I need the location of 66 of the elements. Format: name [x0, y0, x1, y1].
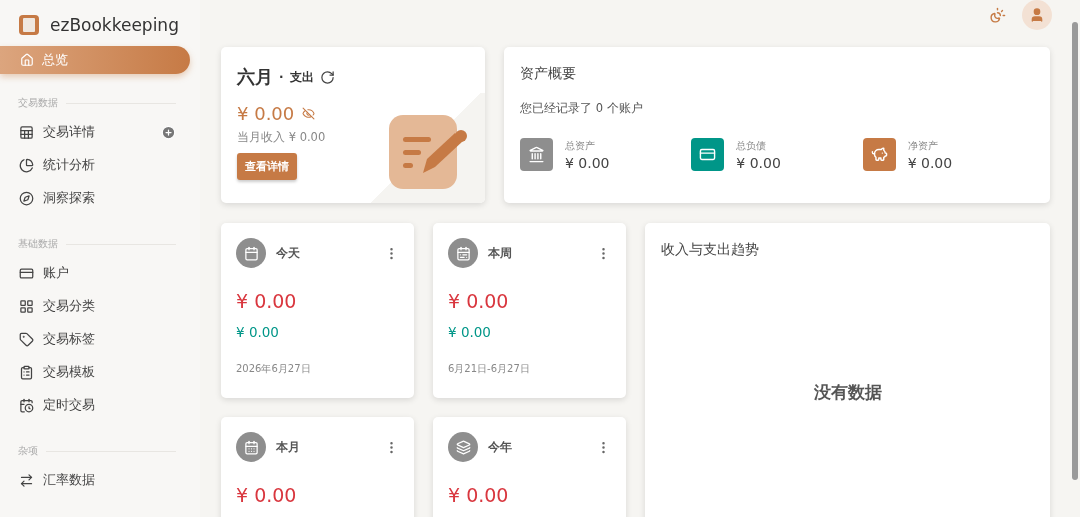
nav-item[interactable]: 定时交易 [0, 389, 200, 422]
calendar-icon [243, 245, 259, 261]
period-title: 今天 [276, 244, 301, 262]
home-icon [20, 53, 34, 67]
period-title: 本周 [488, 244, 513, 262]
avatar-button[interactable] [1022, 0, 1052, 30]
refresh-icon[interactable] [319, 69, 335, 85]
clipboard-icon [19, 365, 34, 380]
nav-item[interactable]: 统计分析 [0, 149, 200, 182]
asset-label: 净资产 [907, 138, 939, 153]
credit-card-icon [19, 266, 34, 281]
card-title: 收入与支出趋势 [661, 241, 760, 259]
app-name: ezBookkeeping [50, 15, 179, 35]
expense-amount: ¥ 0.00 [448, 484, 510, 506]
account-note: 您已经记录了 0 个账户 [520, 101, 644, 116]
user-icon[interactable] [1029, 7, 1045, 23]
calendar-icon [455, 245, 471, 261]
piggy-bank-icon [870, 146, 888, 163]
expense-amount: ¥ 0.00 [236, 290, 298, 312]
empty-message: 没有数据 [813, 380, 882, 404]
nav-item[interactable]: 交易标签 [0, 323, 200, 356]
period-range: 6月21日-6月27日 [448, 362, 531, 376]
month-expense: ¥ 0.00 [237, 103, 295, 124]
asset-label: 总资产 [565, 138, 596, 153]
nav-item[interactable]: 交易分类 [0, 290, 200, 323]
pie-chart-icon [19, 158, 34, 173]
month-income: 当月收入 ¥ 0.00 [237, 130, 327, 145]
tag-icon [19, 332, 34, 347]
nav-item[interactable]: 账户 [0, 257, 200, 290]
income-amount: ¥ 0.00 [236, 324, 280, 340]
credit-card-icon [699, 146, 717, 163]
month-title: 六月 [237, 65, 273, 89]
scrollbar[interactable] [1072, 22, 1078, 480]
asset-value: ¥ 0.00 [736, 154, 781, 171]
nav-item[interactable]: 洞察探索 [0, 182, 200, 215]
table-icon [19, 125, 34, 140]
eye-off-icon[interactable] [302, 107, 316, 120]
month-subtitle: 支出 [289, 68, 314, 86]
calendar-clock-icon [19, 398, 34, 413]
nav-item[interactable]: 汇率数据 [0, 464, 200, 497]
card-title: 资产概要 [520, 65, 577, 83]
expense-amount: ¥ 0.00 [448, 290, 510, 312]
grid-icon [19, 299, 34, 314]
separator-dot: · [279, 70, 284, 84]
calendar-icon [243, 439, 259, 455]
compass-icon [19, 191, 34, 206]
period-title: 今年 [488, 438, 513, 456]
logo-icon [18, 14, 40, 36]
period-title: 本月 [276, 438, 301, 456]
income-amount: ¥ 0.00 [448, 324, 492, 340]
section-title: 交易数据 [18, 96, 58, 110]
nav-item[interactable]: 交易详情 [0, 116, 200, 149]
nav-item[interactable]: 交易模板 [0, 356, 200, 389]
asset-value: ¥ 0.00 [565, 154, 610, 171]
section-title: 杂项 [18, 444, 38, 458]
layers-icon [455, 439, 471, 455]
asset-label: 总负债 [736, 138, 768, 153]
arrows-icon [19, 473, 34, 488]
notepad-pencil-icon [389, 115, 469, 189]
theme-icon[interactable] [988, 6, 1006, 24]
period-range: 2026年6月27日 [236, 362, 312, 376]
asset-value: ¥ 0.00 [907, 154, 953, 171]
expense-amount: ¥ 0.00 [236, 484, 298, 506]
bank-icon [528, 146, 545, 163]
section-title: 基础数据 [18, 237, 58, 251]
add-icon[interactable] [161, 125, 176, 140]
